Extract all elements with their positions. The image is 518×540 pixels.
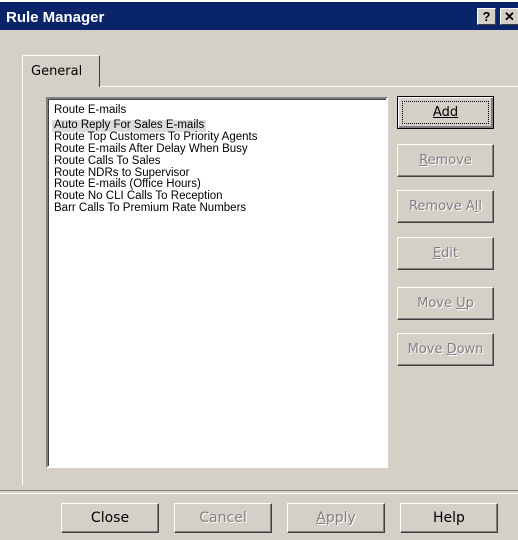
edit-button[interactable]: Edit (397, 237, 494, 270)
tab-general[interactable]: General (22, 55, 100, 87)
title-bar: Rule Manager ? ✕ (0, 0, 518, 30)
window-title: Rule Manager (6, 9, 105, 26)
close-button[interactable]: Close (61, 503, 159, 533)
add-button[interactable]: Add (397, 96, 494, 129)
remove-button[interactable]: Remove (397, 144, 494, 177)
remove-all-button[interactable]: Remove All (397, 190, 494, 223)
close-button-label: Close (90, 510, 130, 526)
list-item[interactable]: Route Calls To Sales (52, 155, 386, 168)
move-up-button[interactable]: Move Up (397, 287, 494, 320)
help-button-label: Help (433, 510, 465, 526)
cancel-button-label: Cancel (199, 510, 247, 526)
move-down-button[interactable]: Move Down (397, 333, 494, 366)
list-item[interactable]: Route E-mails After Delay When Busy (52, 143, 386, 156)
move-up-label-pre: Move (417, 296, 457, 311)
apply-label-key: A (316, 510, 326, 526)
remove-label-post: emove (427, 153, 472, 168)
remove-all-label-post: l (478, 199, 483, 214)
focus-rect (402, 101, 489, 124)
move-down-label-post: own (456, 342, 484, 357)
list-item[interactable]: Route E-mails (52, 104, 386, 117)
tab-general-label: General (31, 64, 83, 79)
edit-label-post: dit (441, 246, 459, 261)
apply-label-post: pply (325, 510, 356, 526)
remove-label-key: R (419, 153, 428, 168)
edit-label-key: E (432, 246, 442, 261)
list-item[interactable]: Barr Calls To Premium Rate Numbers (52, 202, 386, 215)
move-up-label-key: U (456, 296, 466, 311)
move-up-label-post: p (465, 296, 474, 311)
list-item[interactable]: Route Top Customers To Priority Agents (52, 131, 386, 144)
remove-all-label-pre: Remove A (408, 199, 475, 214)
help-button[interactable]: Help (400, 503, 498, 533)
cancel-button[interactable]: Cancel (174, 503, 272, 533)
rules-list[interactable]: Route E-mails Auto Reply For Sales E-mai… (46, 97, 388, 468)
help-icon[interactable]: ? (477, 8, 496, 25)
move-down-label-key: D (446, 342, 457, 357)
apply-button[interactable]: Apply (287, 503, 385, 533)
close-icon[interactable]: ✕ (500, 8, 518, 25)
bottom-divider (0, 490, 518, 494)
move-down-label-pre: Move (407, 342, 447, 357)
